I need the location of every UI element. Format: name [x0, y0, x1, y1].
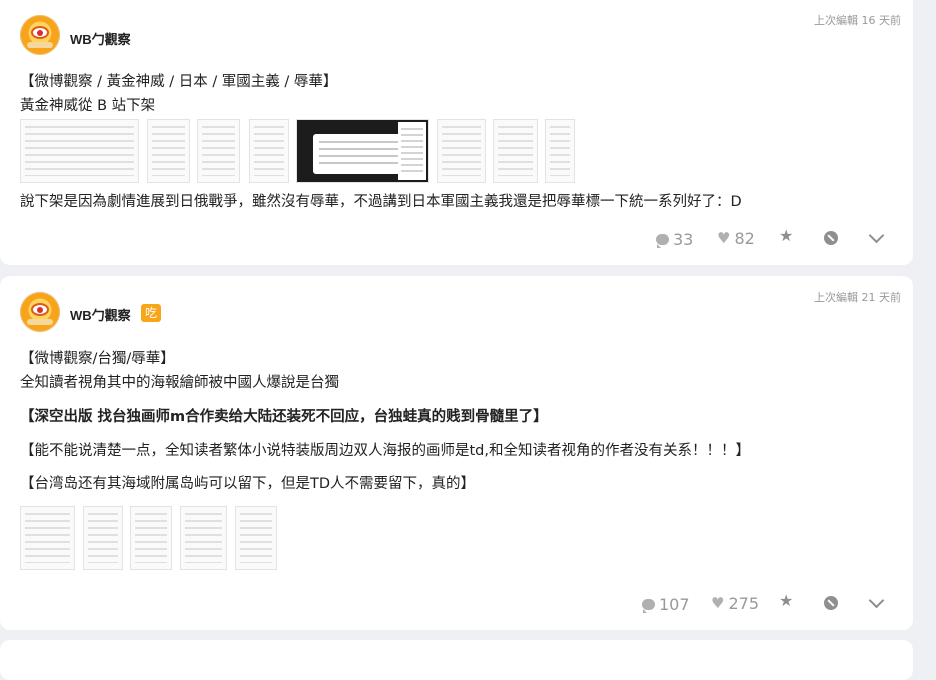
like-count: 275: [728, 594, 759, 613]
image-thumbnail[interactable]: [249, 119, 289, 183]
post-card: WB勹觀察 上次編輯 16 天前 【微博觀察 / 黃金神威 / 日本 / 軍國主…: [0, 0, 913, 265]
quote-line: 【深空出版 找台独画师m合作卖给大陆还装死不回应，台独蛙真的贱到骨髓里了】: [20, 409, 548, 425]
image-thumbnail[interactable]: [545, 119, 575, 183]
block-button[interactable]: [824, 596, 838, 610]
image-thumbnail[interactable]: [147, 119, 190, 183]
image-thumbnail[interactable]: [235, 506, 277, 570]
star-icon: ★: [779, 226, 794, 245]
favorite-button[interactable]: ★: [779, 593, 793, 609]
comment-count: 107: [659, 595, 690, 614]
comment-icon: [642, 599, 655, 613]
quote-line: 【台湾岛还有其海域附属岛屿可以留下，但是TD人不需要留下，真的】: [20, 476, 476, 492]
image-thumbnail[interactable]: [493, 119, 538, 183]
block-button[interactable]: [824, 231, 838, 245]
block-icon: [824, 231, 838, 245]
eye-logo-icon: [31, 26, 49, 39]
comment-count: 33: [673, 230, 694, 249]
username[interactable]: WB勹觀察: [70, 29, 131, 48]
image-thumbnail[interactable]: [180, 506, 227, 570]
like-button[interactable]: ♥ 275: [711, 594, 759, 613]
image-thumbnail[interactable]: [437, 119, 486, 183]
post-headline: 黃金神威從 B 站下架: [20, 98, 156, 114]
eye-logo-icon: [31, 303, 49, 316]
image-thumbnail[interactable]: [83, 506, 123, 570]
block-icon: [824, 596, 838, 610]
star-icon: ★: [779, 591, 794, 610]
comment-icon: [656, 234, 669, 248]
user-badge: 吃: [141, 304, 161, 322]
more-button[interactable]: [868, 592, 885, 609]
more-button[interactable]: [868, 227, 885, 244]
image-thumbnail[interactable]: [20, 506, 75, 570]
avatar[interactable]: [20, 15, 60, 55]
chevron-down-icon: [868, 227, 885, 244]
like-count: 82: [734, 229, 755, 248]
edit-timestamp: 上次編輯 21 天前: [814, 291, 901, 304]
image-thumbnail[interactable]: [296, 119, 429, 183]
post-card: WB勹觀察 吃 上次編輯 21 天前 【微博觀察/台獨/辱華】 全知讀者視角其中…: [0, 276, 913, 630]
like-button[interactable]: ♥ 82: [717, 229, 755, 248]
post-headline: 全知讀者視角其中的海報繪師被中國人爆說是台獨: [20, 375, 339, 391]
post-tags: 【微博觀察/台獨/辱華】: [20, 351, 175, 367]
edit-timestamp: 上次編輯 16 天前: [814, 14, 901, 27]
comment-button[interactable]: 107: [642, 595, 690, 614]
image-thumbnail[interactable]: [130, 506, 172, 570]
image-thumbnail[interactable]: [20, 119, 139, 183]
comment-button[interactable]: 33: [656, 230, 693, 249]
username[interactable]: WB勹觀察: [70, 305, 131, 324]
image-thumbnail[interactable]: [197, 119, 240, 183]
heart-icon: ♥: [717, 229, 731, 247]
quote-line: 【能不能说清楚一点，全知读者繁体小说特装版周边双人海报的画师是td,和全知读者视…: [20, 443, 750, 459]
avatar[interactable]: [20, 292, 60, 332]
chevron-down-icon: [868, 592, 885, 609]
post-body: 說下架是因為劇情進展到日俄戰爭，雖然沒有辱華，不過講到日本軍國主義我還是把辱華標…: [20, 194, 742, 210]
post-tags: 【微博觀察 / 黃金神威 / 日本 / 軍國主義 / 辱華】: [20, 74, 338, 90]
post-card: [0, 640, 913, 680]
favorite-button[interactable]: ★: [779, 228, 793, 244]
heart-icon: ♥: [711, 594, 725, 612]
